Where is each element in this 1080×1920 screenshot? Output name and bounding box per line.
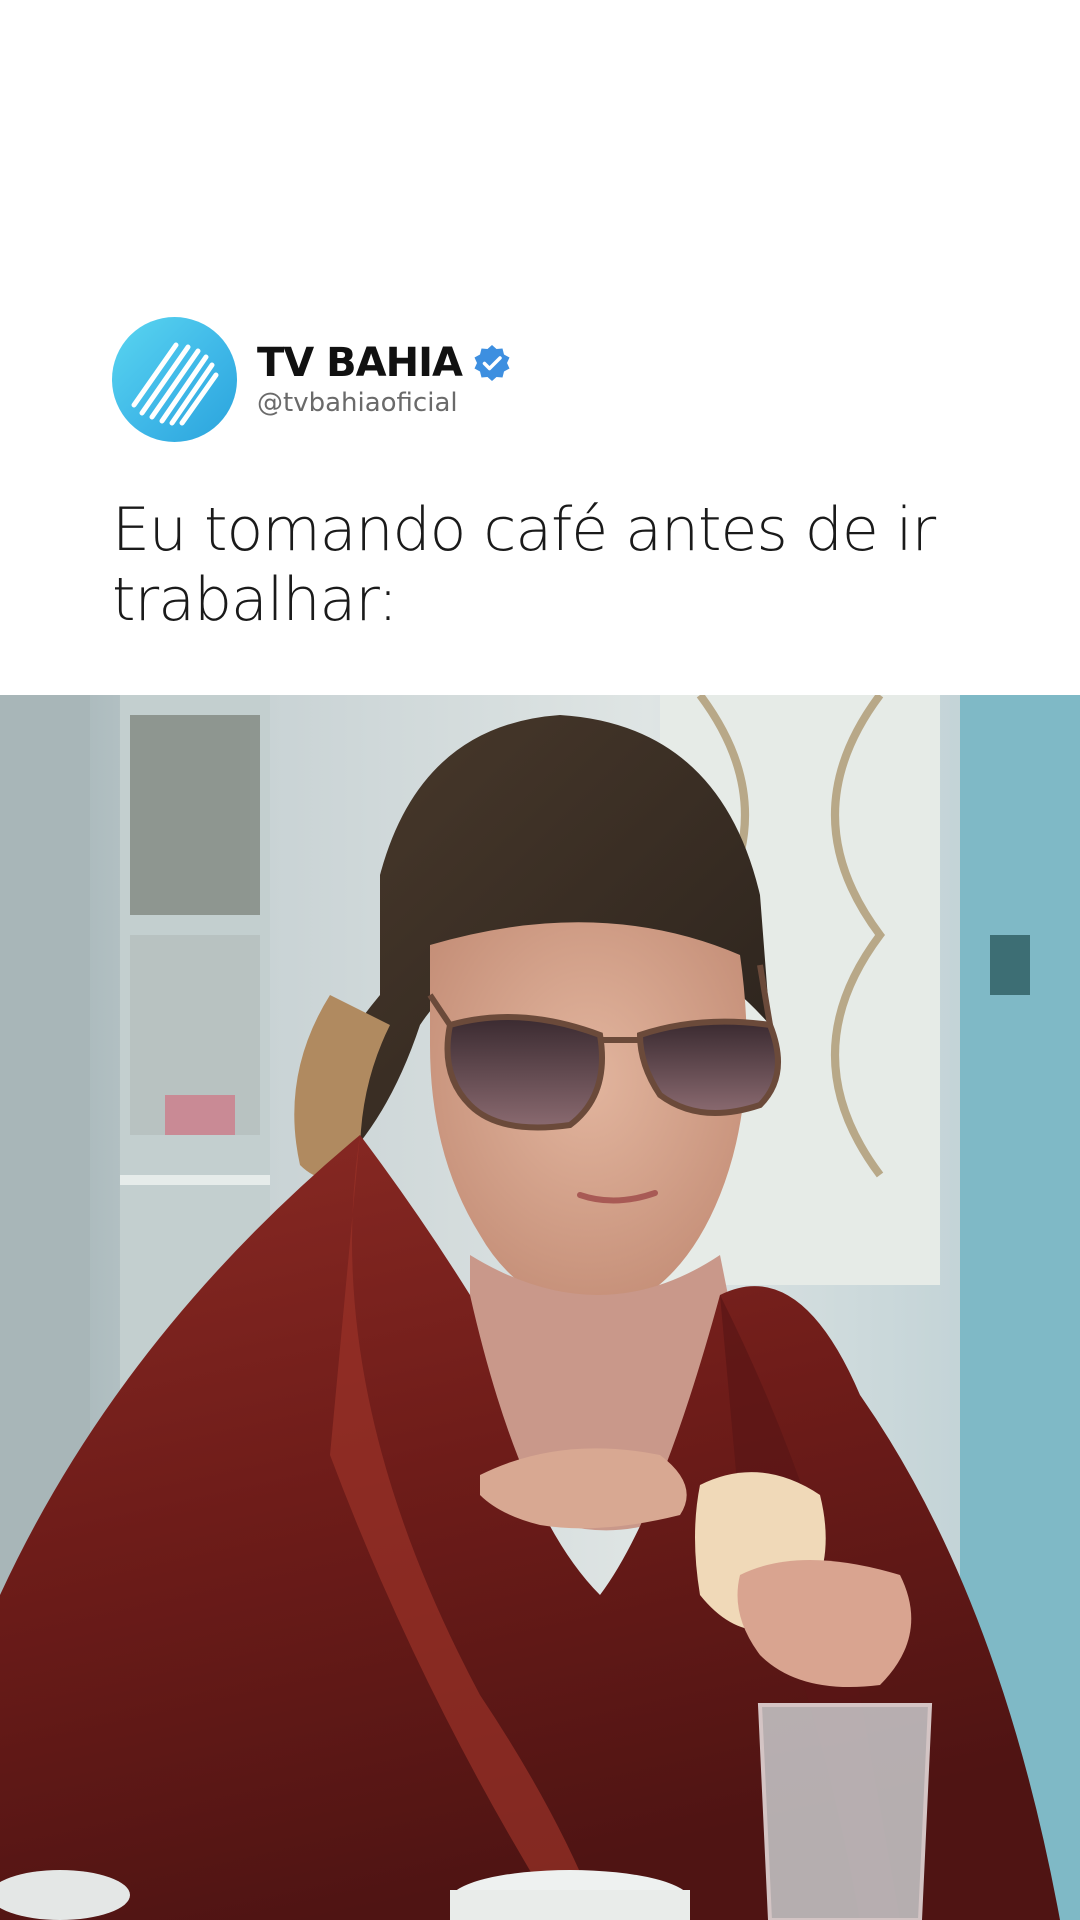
name-row: TV BAHIA (257, 340, 512, 386)
account-name[interactable]: TV BAHIA (257, 340, 463, 386)
verified-badge-icon (474, 344, 510, 381)
tv-bahia-logo-icon (131, 342, 219, 426)
post-video[interactable] (0, 695, 1080, 1920)
video-frame-image (0, 695, 1080, 1920)
post-caption: Eu tomando café antes de ir trabalhar: (112, 495, 936, 635)
account-handle[interactable]: @tvbahiaoficial (257, 386, 512, 420)
avatar[interactable] (112, 317, 237, 442)
account-identity: TV BAHIA @tvbahiaoficial (257, 340, 512, 420)
post-card: TV BAHIA @tvbahiaoficial Eu tomando café… (0, 0, 1080, 1920)
post-header: TV BAHIA @tvbahiaoficial (112, 317, 512, 442)
